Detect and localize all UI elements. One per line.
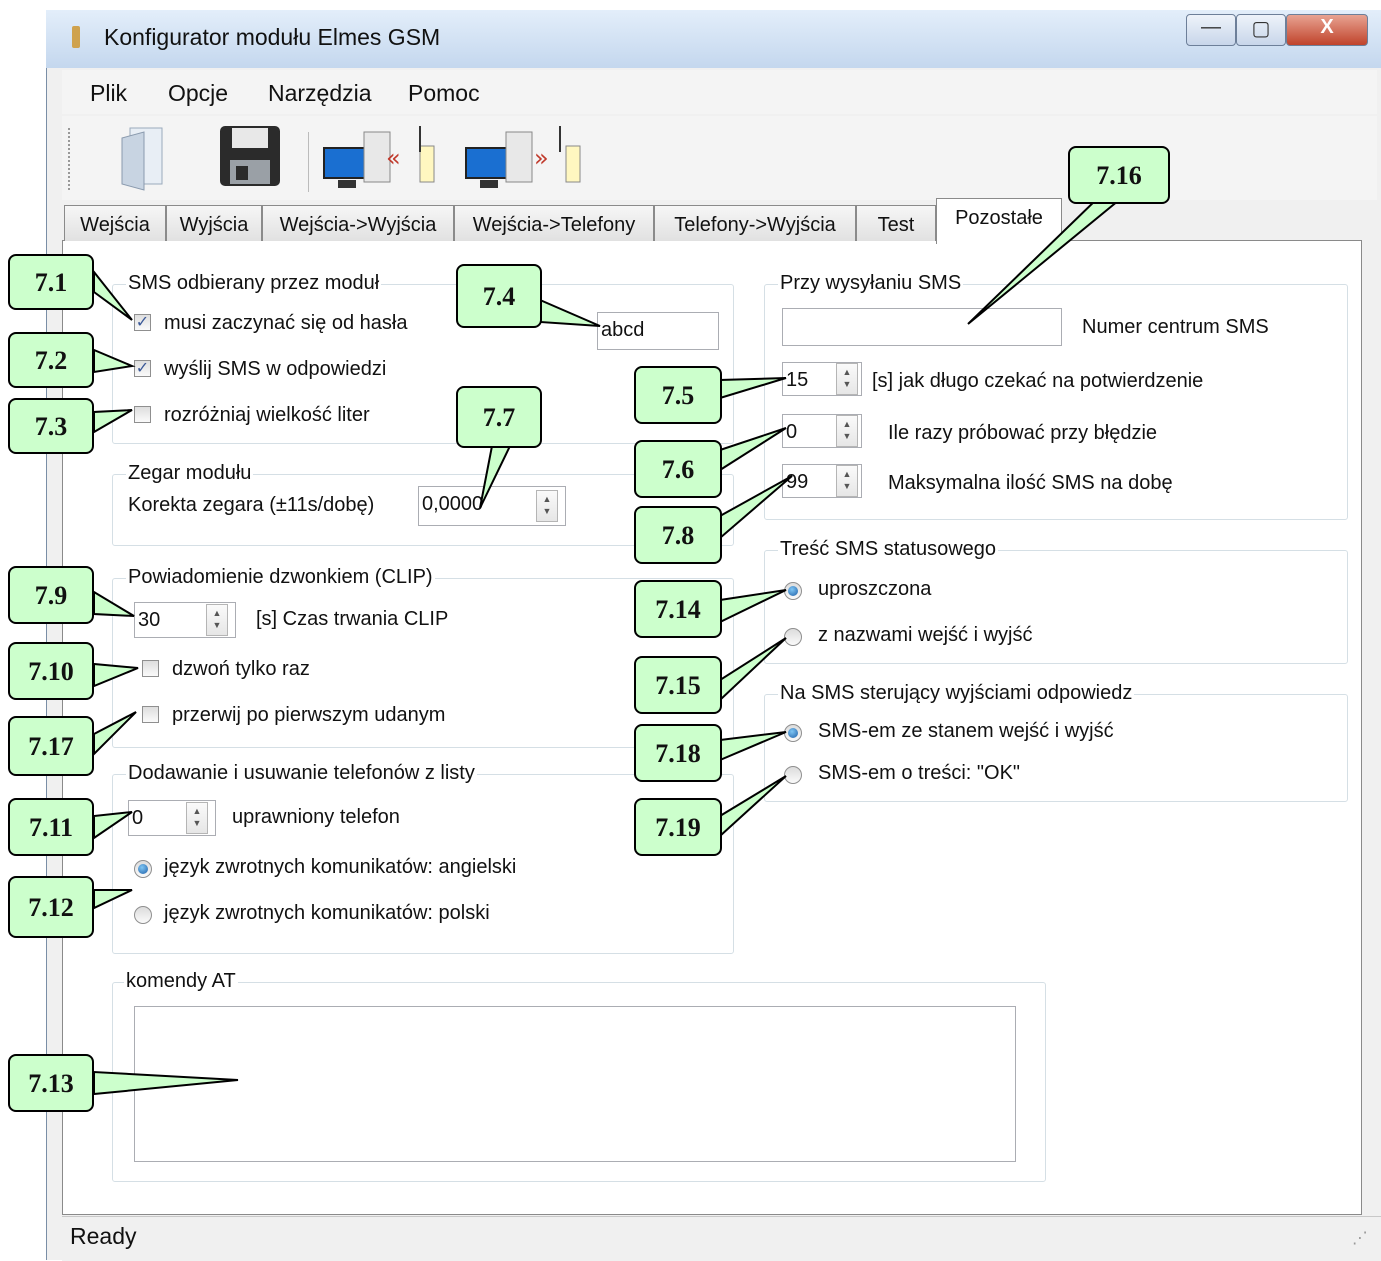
callout-7-4: 7.4 [456,264,542,328]
callout-7-6: 7.6 [634,440,722,498]
callout-7-2: 7.2 [8,332,94,388]
callout-7-12: 7.12 [8,876,94,938]
callout-7-5: 7.5 [634,366,722,424]
callout-7-1: 7.1 [8,254,94,310]
callout-7-11: 7.11 [8,798,94,856]
callout-7-13: 7.13 [8,1054,94,1112]
callout-7-10: 7.10 [8,642,94,700]
callout-7-7: 7.7 [456,386,542,448]
callout-7-17: 7.17 [8,716,94,776]
callout-7-15: 7.15 [634,656,722,714]
callout-7-9: 7.9 [8,566,94,624]
callout-7-19: 7.19 [634,798,722,856]
callout-7-16: 7.16 [1068,146,1170,204]
callout-7-18: 7.18 [634,724,722,782]
callout-7-8: 7.8 [634,506,722,564]
callout-7-3: 7.3 [8,398,94,454]
callout-7-14: 7.14 [634,580,722,638]
